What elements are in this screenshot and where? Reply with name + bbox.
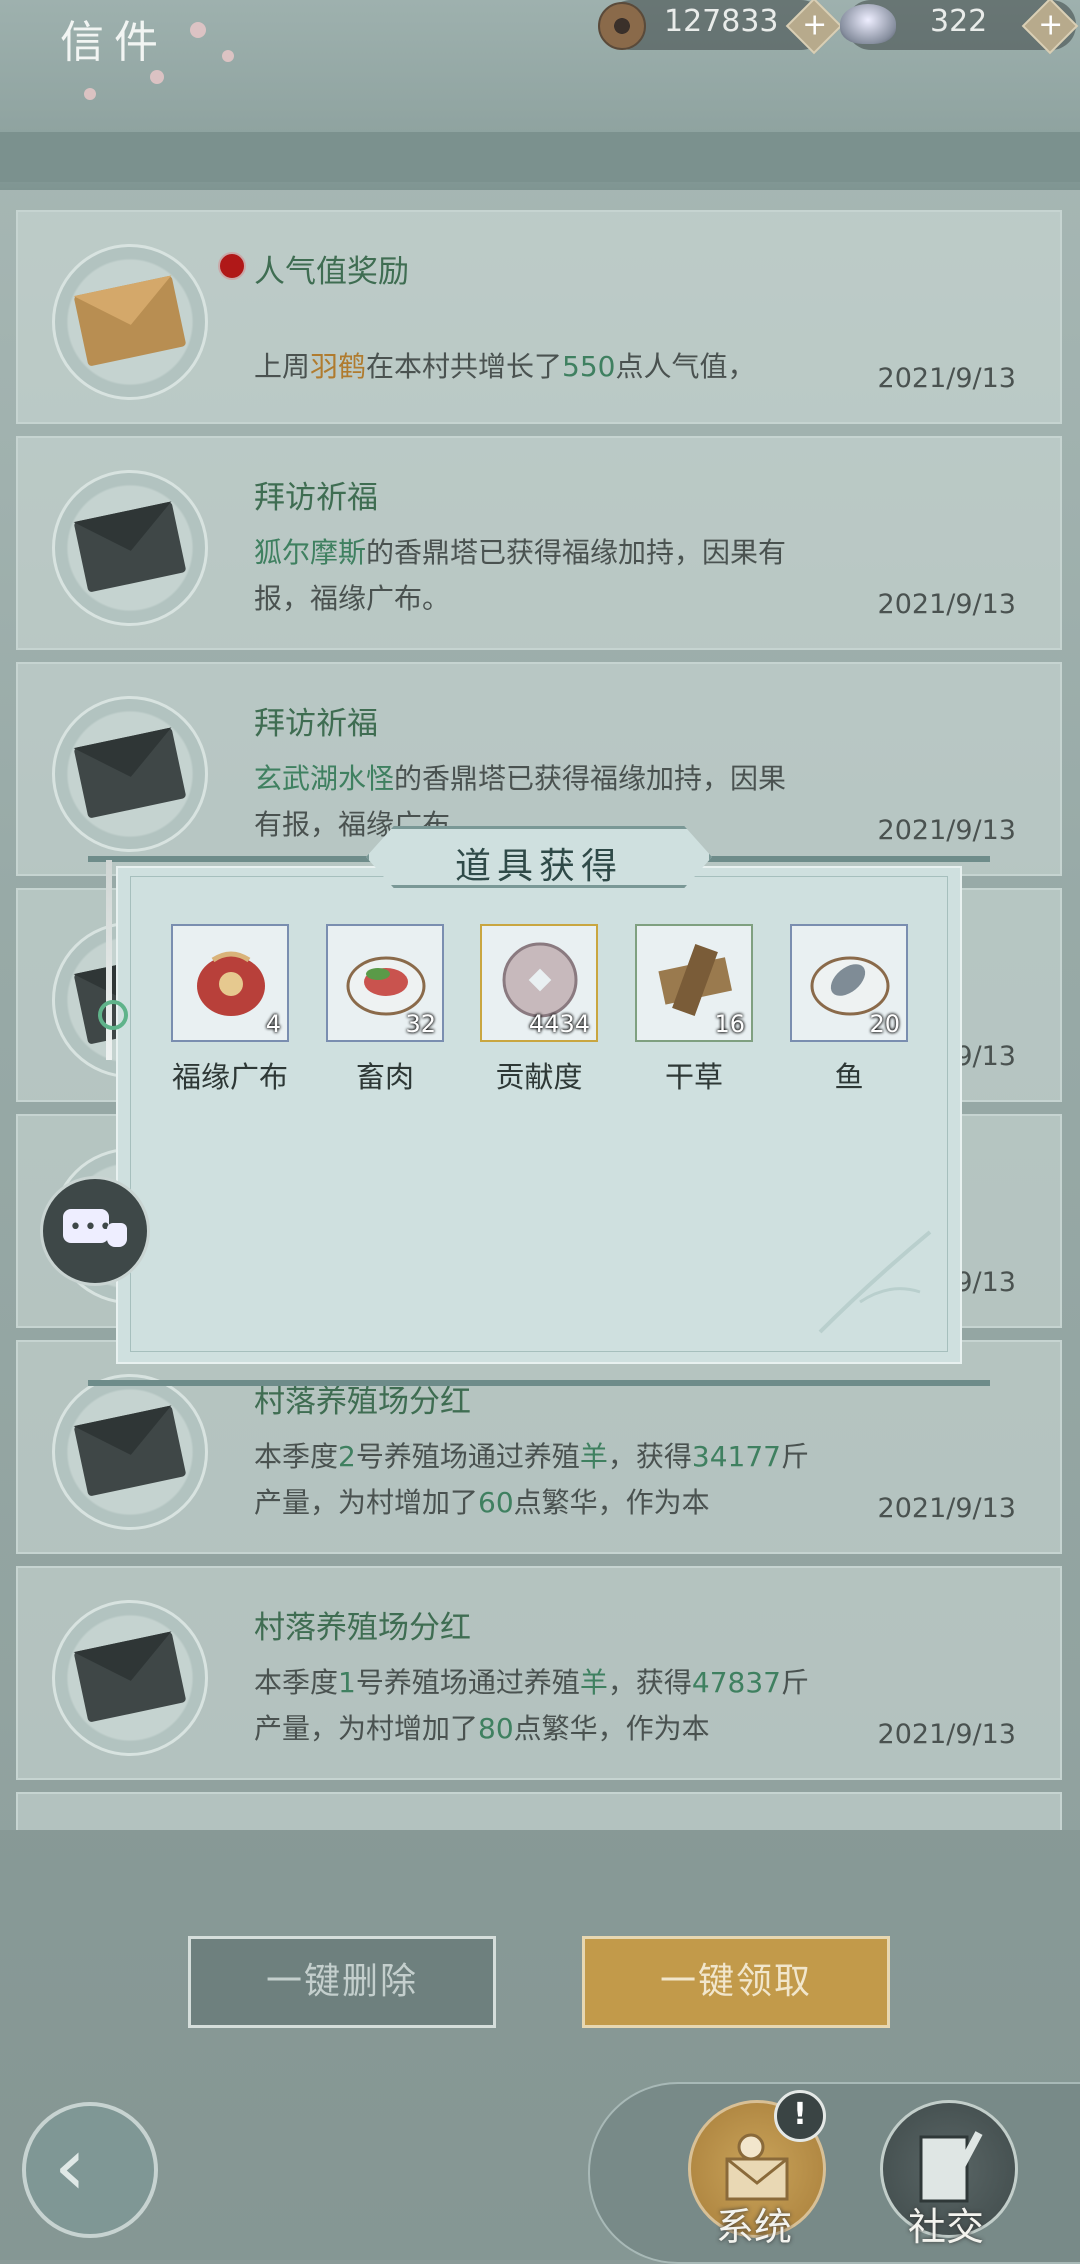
mail-date: 2021/9/13 [877,589,1016,620]
mail-item[interactable]: 拜访祈福 狐尔摩斯的香鼎塔已获得福缘加持，因果有报，福缘广布。 2021/9/1… [16,436,1062,650]
mail-date: 2021/9/13 [877,815,1016,846]
header-bar: 信件 127833 + 322 + [0,0,1080,190]
blossom-decoration [84,88,96,100]
mail-preview: 本季度1号养殖场通过养殖羊，获得47837斤产量，为村增加了80点繁华，作为本 [254,1666,809,1745]
item-name: 畜肉 [355,1060,414,1094]
envelope-frame [52,696,208,852]
jade-ring-icon [98,1000,128,1030]
mail-item[interactable]: 村落养殖场分红 本季度1号养殖场通过养殖羊，获得47837斤产量，为村增加了80… [16,1566,1062,1780]
back-button[interactable]: ‹ [22,2102,158,2238]
item-name: 干草 [664,1060,723,1094]
coin-count: 127833 [664,4,779,39]
item-slot: 4434 [480,924,598,1042]
envelope-frame [52,244,208,400]
unread-dot [218,252,246,280]
tab-system-label: 系统 [715,2205,792,2249]
mail-title: 拜访祈福 [254,480,378,516]
blossom-decoration [222,50,234,62]
envelope-frame [52,470,208,626]
bamboo-decoration-icon [818,1230,932,1334]
delete-all-button[interactable]: 一键删除 [188,1936,496,2028]
reward-item[interactable]: 32 畜肉 [326,924,444,1096]
ingot-count: 322 [930,4,988,39]
blossom-decoration [190,22,206,38]
mail-preview: 狐尔摩斯的香鼎塔已获得福缘加持，因果有报，福缘广布。 [254,536,787,615]
mail-title: 拜访祈福 [254,706,378,742]
popup-title: 道具获得 [454,846,623,887]
popup-title-banner: 道具获得 [366,826,712,888]
envelope-icon [73,1631,187,1723]
item-count: 32 [405,1010,436,1038]
item-name: 福缘广布 [171,1060,288,1094]
blossom-decoration [150,70,164,84]
item-name: 贡献度 [495,1060,583,1094]
item-count: 4434 [528,1010,590,1038]
mail-date: 2021/9/13 [877,1493,1016,1524]
mail-title: 人气值奖励 [254,254,409,290]
header-band [0,130,1080,182]
page-title: 信件 [60,17,168,68]
back-arrow-icon: ‹ [54,2120,86,2213]
claim-all-button[interactable]: 一键领取 [582,1936,890,2028]
envelope-frame [52,1374,208,1530]
item-count: 16 [714,1010,745,1038]
tassel-decoration [106,860,112,1060]
tab-social-label: 社交 [907,2205,984,2249]
envelope-icon [73,727,187,819]
envelope-icon [73,1405,187,1497]
item-slot: 20 [790,924,908,1042]
mail-item[interactable] [16,1792,1062,1830]
mail-preview: 上周羽鹤在本村共增长了550点人气值， [254,350,756,383]
reward-item[interactable]: 16 干草 [635,924,753,1096]
wine-jar-icon [107,1223,127,1247]
item-name: 鱼 [834,1060,864,1094]
item-count: 20 [869,1010,900,1038]
item-slot: 16 [635,924,753,1042]
chat-button[interactable]: ••• [40,1176,150,1286]
reward-item[interactable]: 4 福缘广布 [171,924,289,1096]
item-count: 4 [265,1010,281,1038]
silver-ingot-icon [840,4,896,44]
item-slot: 4 [171,924,289,1042]
reward-item[interactable]: 4434 贡献度 [480,924,598,1096]
envelope-icon [73,501,187,593]
reward-item[interactable]: 20 鱼 [790,924,908,1096]
mail-title: 村落养殖场分红 [254,1610,471,1646]
mail-date: 2021/9/13 [877,1719,1016,1750]
mail-preview: 本季度2号养殖场通过养殖羊，获得34177斤产量，为村增加了60点繁华，作为本 [254,1440,809,1519]
item-slot: 32 [326,924,444,1042]
envelope-frame [52,1600,208,1756]
open-envelope-icon [73,275,187,367]
mail-item[interactable]: 人气值奖励 上周羽鹤在本村共增长了550点人气值， 2021/9/13 [16,210,1062,424]
notification-alert-icon: ! [774,2090,826,2142]
copper-coin-icon [598,2,646,50]
lucky-bag-icon [197,951,265,1016]
mail-date: 2021/9/13 [877,363,1016,394]
